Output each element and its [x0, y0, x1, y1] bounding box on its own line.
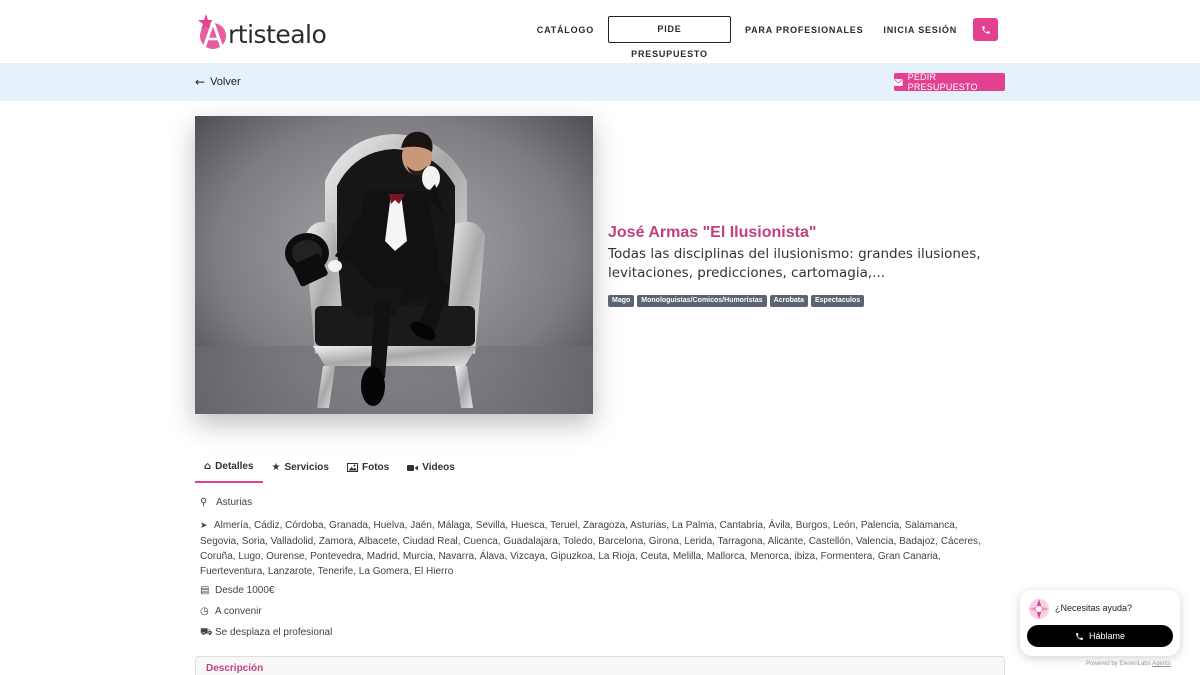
schedule-value: A convenir	[215, 606, 262, 617]
nav-quote-button[interactable]: PIDE PRESUPUESTO	[608, 16, 731, 59]
zones-value: ➤ Almería, Cádiz, Córdoba, Granada, Huelv…	[200, 518, 990, 579]
province-value: Asturias	[216, 497, 253, 508]
tab-services[interactable]: ★ Servicios	[263, 459, 338, 483]
phone-button[interactable]	[973, 18, 998, 41]
price-row: ▤ Desde 1000€	[200, 585, 275, 596]
tag-acrobata[interactable]: Acrobata	[769, 295, 808, 307]
artist-summary: Todas las disciplinas del ilusionismo: g…	[608, 246, 981, 281]
main-nav: CATÁLOGO PIDE PRESUPUESTO PARA PROFESION…	[537, 16, 998, 59]
tab-services-label: Servicios	[284, 462, 329, 473]
artist-name: José Armas "El Ilusionista"	[608, 224, 817, 241]
price-value: Desde 1000€	[215, 585, 275, 596]
category-tags: Mago Monologuistas/Comicos/Humoristas Ac…	[608, 295, 865, 307]
help-widget: ¿Necesitas ayuda? Háblame	[1020, 590, 1180, 656]
description-section: Descripción	[195, 656, 1005, 675]
action-bar: ← Volver PEDIR PRESUPUESTO	[0, 63, 1200, 101]
site-logo[interactable]: rtistealo	[196, 12, 327, 52]
talk-button[interactable]: Háblame	[1027, 625, 1173, 647]
province-row: ⚲ Asturias	[200, 497, 252, 508]
envelope-icon	[894, 78, 903, 86]
video-icon	[407, 464, 419, 471]
travel-value: Se desplaza el profesional	[215, 627, 333, 638]
phone-icon	[981, 25, 990, 34]
home-icon: ⌂	[204, 461, 212, 472]
description-title: Descripción	[206, 663, 264, 674]
request-quote-button[interactable]: PEDIR PRESUPUESTO	[894, 72, 1005, 92]
logo-wordmark: rtistealo	[228, 19, 327, 49]
tag-monologuistas[interactable]: Monologuistas/Comicos/Humoristas	[637, 295, 767, 307]
star-icon: ★	[271, 462, 281, 473]
back-link[interactable]: ← Volver	[195, 75, 241, 89]
site-header: rtistealo CATÁLOGO PIDE PRESUPUESTO PARA…	[0, 0, 1200, 63]
star-logo-icon	[198, 14, 226, 49]
tag-espectaculos[interactable]: Espectaculos	[810, 295, 865, 307]
artist-photo-illustration	[195, 116, 593, 414]
artist-photo[interactable]	[195, 116, 593, 414]
location-arrow-icon: ➤	[200, 521, 208, 531]
help-question: ¿Necesitas ayuda?	[1055, 603, 1133, 613]
talk-button-label: Háblame	[1088, 631, 1126, 641]
travel-row: ⛟ Se desplaza el profesional	[200, 627, 332, 640]
money-icon: ▤	[200, 585, 210, 596]
zones-list: Almería, Cádiz, Córdoba, Granada, Huelva…	[200, 520, 981, 577]
powered-by: Powered by ElevenLabs Agents	[1086, 661, 1171, 667]
tab-photos-label: Fotos	[361, 462, 390, 473]
profile-tabs: ⌂ Detalles ★ Servicios Fotos Videos	[195, 459, 464, 483]
schedule-row: ◷ A convenir	[200, 606, 262, 617]
image-icon	[346, 463, 358, 472]
tab-videos[interactable]: Videos	[398, 459, 464, 483]
back-label: Volver	[210, 76, 241, 88]
zones-row: ➤ Almería, Cádiz, Córdoba, Granada, Huelv…	[200, 518, 990, 579]
tab-videos-label: Videos	[422, 462, 455, 473]
request-quote-label: PEDIR PRESUPUESTO	[907, 72, 978, 92]
powered-by-text: Powered by ElevenLabs	[1086, 661, 1151, 667]
assistant-avatar-icon	[1029, 599, 1049, 619]
powered-by-link[interactable]: Agents	[1152, 661, 1171, 667]
nav-login-link[interactable]: INICIA SESIÓN	[883, 25, 957, 35]
car-icon: ⛟	[200, 627, 213, 638]
tab-details-label: Detalles	[215, 461, 254, 472]
tab-photos[interactable]: Fotos	[338, 459, 398, 483]
arrow-left-icon: ←	[195, 75, 206, 89]
location-pin-icon: ⚲	[200, 497, 208, 508]
tag-mago[interactable]: Mago	[608, 295, 635, 307]
phone-icon	[1076, 632, 1083, 640]
nav-catalog-link[interactable]: CATÁLOGO	[537, 25, 594, 35]
tab-details[interactable]: ⌂ Detalles	[195, 459, 263, 483]
clock-icon: ◷	[200, 606, 209, 617]
nav-professionals-link[interactable]: PARA PROFESIONALES	[745, 25, 863, 35]
